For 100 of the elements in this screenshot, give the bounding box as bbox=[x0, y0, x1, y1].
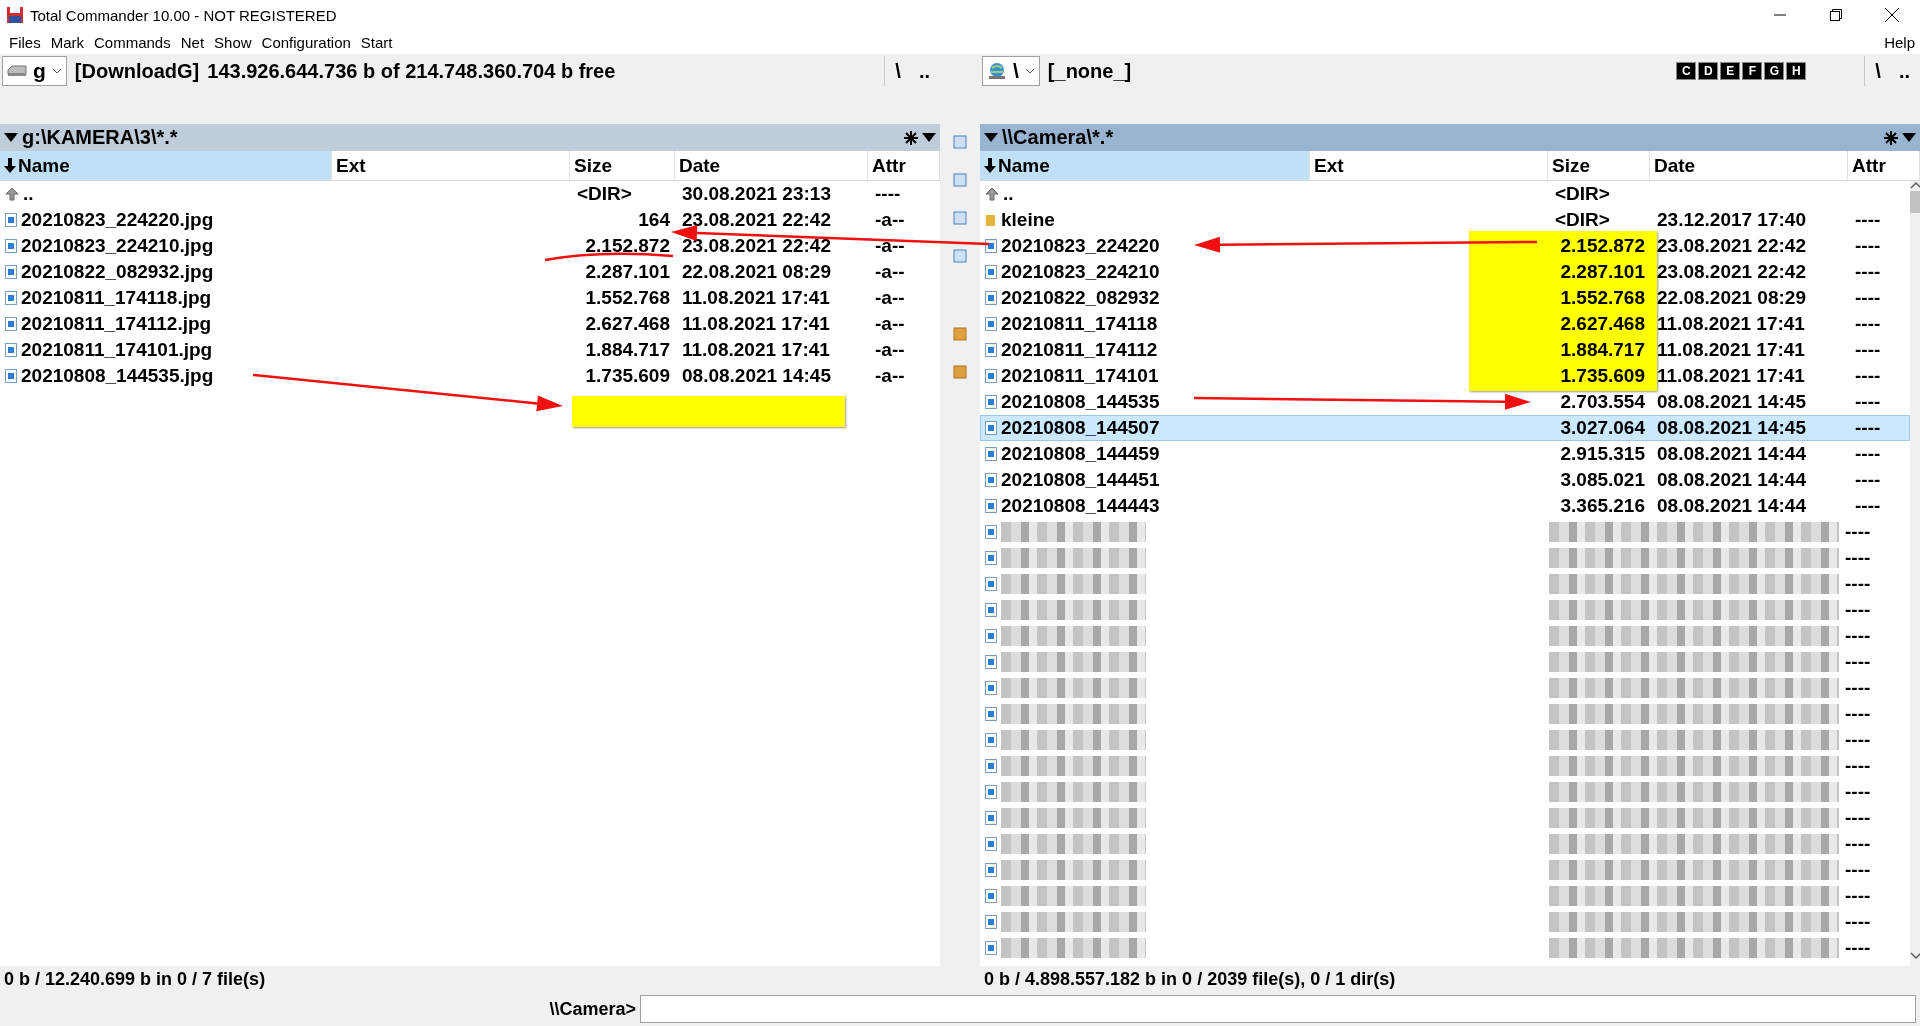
file-row[interactable]: ---- bbox=[980, 519, 1910, 545]
file-row[interactable]: 20210808_144535 2.703.554 08.08.2021 14:45 ---- bbox=[980, 389, 1910, 415]
menu-item[interactable]: Files bbox=[4, 31, 46, 53]
menu-item[interactable]: Mark bbox=[45, 31, 89, 53]
file-name: 20210823_224220.jpg bbox=[21, 209, 214, 231]
file-row[interactable]: ---- bbox=[980, 779, 1910, 805]
file-row[interactable]: 20210811_174118 2.627.468 11.08.2021 17:41 ---- bbox=[980, 311, 1910, 337]
command-prompt: \\Camera> bbox=[549, 998, 636, 1020]
file-row[interactable]: 20210823_224210.jpg 2.152.872 23.08.2021 22:42 -a-- bbox=[0, 233, 940, 259]
file-row[interactable]: 20210811_174112 1.884.717 11.08.2021 17:41 ---- bbox=[980, 337, 1910, 363]
command-input[interactable] bbox=[640, 995, 1916, 1023]
date-cell-text: 08.08.2021 14:45 bbox=[1656, 417, 1807, 439]
drive-letter-button[interactable]: D bbox=[1698, 62, 1719, 80]
file-row[interactable]: 20210808_144451 3.085.021 08.08.2021 14:44 ---- bbox=[980, 467, 1910, 493]
drive-letter-button[interactable]: F bbox=[1742, 62, 1763, 80]
file-row[interactable]: 20210823_224210 2.287.101 23.08.2021 22:42 ---- bbox=[980, 259, 1910, 285]
file-row[interactable]: ---- bbox=[980, 727, 1910, 753]
asterisk-icon[interactable] bbox=[904, 130, 918, 145]
date-cell-text: 11.08.2021 17:41 bbox=[681, 339, 831, 361]
file-name: 20210811_174112.jpg bbox=[21, 313, 212, 335]
file-row[interactable]: 20210811_174101.jpg 1.884.717 11.08.2021 17:41 -a-- bbox=[0, 337, 940, 363]
file-row[interactable]: .. <DIR> bbox=[980, 181, 1910, 207]
attr-cell-text: ---- bbox=[1844, 833, 1872, 855]
file-row[interactable]: kleine <DIR> 23.12.2017 17:40 ---- bbox=[980, 207, 1910, 233]
file-row[interactable]: 20210811_174112.jpg 2.627.468 11.08.2021 17:41 -a-- bbox=[0, 311, 940, 337]
parent-dir-button[interactable]: .. bbox=[1898, 56, 1920, 86]
scrollbar[interactable] bbox=[1910, 181, 1920, 966]
dropdown-triangle-icon[interactable] bbox=[1902, 133, 1916, 142]
column-header[interactable]: Name bbox=[0, 151, 332, 180]
file-row[interactable]: 20210808_144535.jpg 1.735.609 08.08.2021 14:45 -a-- bbox=[0, 363, 940, 389]
drive-letter-button[interactable]: H bbox=[1786, 62, 1807, 80]
file-row[interactable]: ---- bbox=[980, 545, 1910, 571]
file-name: 20210808_144507 bbox=[1001, 417, 1160, 439]
file-row[interactable]: ---- bbox=[980, 753, 1910, 779]
file-name: .. bbox=[1003, 183, 1014, 205]
column-header[interactable]: Name bbox=[980, 151, 1310, 180]
attr-cell-text: ---- bbox=[1844, 521, 1872, 543]
attr-cell-text: ---- bbox=[1844, 729, 1872, 751]
dropdown-triangle-icon[interactable] bbox=[984, 133, 998, 142]
file-row[interactable]: ---- bbox=[980, 883, 1910, 909]
menu-item[interactable]: Commands bbox=[89, 31, 176, 53]
file-row[interactable]: .. <DIR> 30.08.2021 23:13 ---- bbox=[0, 181, 940, 207]
file-row[interactable]: ---- bbox=[980, 909, 1910, 935]
file-row[interactable]: 20210811_174101 1.735.609 11.08.2021 17:41 ---- bbox=[980, 363, 1910, 389]
file-row[interactable]: ---- bbox=[980, 571, 1910, 597]
image-file-icon bbox=[985, 421, 997, 435]
dropdown-triangle-icon[interactable] bbox=[922, 133, 936, 142]
attr-cell-text: ---- bbox=[1844, 703, 1872, 725]
date-cell-text: 23.08.2021 22:42 bbox=[1656, 261, 1807, 283]
file-row[interactable]: 20210822_082932.jpg 2.287.101 22.08.2021 08:29 -a-- bbox=[0, 259, 940, 285]
file-row[interactable]: ---- bbox=[980, 623, 1910, 649]
parent-dir-button[interactable]: .. bbox=[918, 56, 940, 86]
path-text: g:\KAMERA\3\*.* bbox=[22, 126, 179, 149]
file-row[interactable]: ---- bbox=[980, 649, 1910, 675]
image-file-icon bbox=[985, 837, 997, 851]
file-row[interactable]: 20210822_082932 1.552.768 22.08.2021 08:29 ---- bbox=[980, 285, 1910, 311]
file-row[interactable]: ---- bbox=[980, 675, 1910, 701]
file-row[interactable]: ---- bbox=[980, 935, 1910, 961]
menu-item[interactable]: Configuration bbox=[256, 31, 356, 53]
drive-letter-button[interactable]: E bbox=[1720, 62, 1741, 80]
attr-cell-text: ---- bbox=[1854, 339, 1882, 361]
file-row[interactable]: 20210808_144443 3.365.216 08.08.2021 14:44 ---- bbox=[980, 493, 1910, 519]
drive-letter-button[interactable]: G bbox=[1764, 62, 1785, 80]
file-row[interactable]: ---- bbox=[980, 805, 1910, 831]
drive-letter-button[interactable]: C bbox=[1676, 62, 1697, 80]
file-row[interactable]: ---- bbox=[980, 857, 1910, 883]
image-file-icon bbox=[985, 395, 997, 409]
drive-dropdown[interactable]: g bbox=[2, 56, 67, 86]
file-row[interactable]: 20210808_144507 3.027.064 08.08.2021 14:45 ---- bbox=[980, 415, 1910, 441]
scroll-down-icon[interactable] bbox=[1910, 952, 1920, 960]
attr-cell-text: -a-- bbox=[874, 313, 906, 335]
file-name: 20210808_144535 bbox=[1001, 391, 1160, 413]
attr-cell-text: ---- bbox=[1854, 469, 1882, 491]
file-row[interactable]: 20210811_174118.jpg 1.552.768 11.08.2021 17:41 -a-- bbox=[0, 285, 940, 311]
root-dir-button[interactable]: \ bbox=[1864, 56, 1891, 86]
attr-cell-text: -a-- bbox=[874, 209, 906, 231]
file-name: 20210823_224210.jpg bbox=[21, 235, 214, 257]
file-row[interactable]: ---- bbox=[980, 597, 1910, 623]
menu-item[interactable]: Start bbox=[355, 31, 398, 53]
image-file-icon bbox=[985, 239, 997, 253]
menu-item[interactable]: Net bbox=[175, 31, 210, 53]
menu-item[interactable]: Help bbox=[1879, 31, 1920, 53]
date-cell-text: 08.08.2021 14:44 bbox=[1656, 443, 1807, 465]
file-row[interactable]: 20210823_224220 2.152.872 23.08.2021 22:42 ---- bbox=[980, 233, 1910, 259]
drive-dropdown[interactable]: \ bbox=[982, 56, 1040, 86]
file-name: 20210808_144459 bbox=[1001, 443, 1160, 465]
file-name: 20210811_174118.jpg bbox=[21, 287, 212, 309]
attr-cell-text: -a-- bbox=[874, 339, 906, 361]
scroll-thumb[interactable] bbox=[1910, 191, 1920, 213]
asterisk-icon[interactable] bbox=[1884, 130, 1898, 145]
file-row[interactable]: 20210808_144459 2.915.315 08.08.2021 14:44 ---- bbox=[980, 441, 1910, 467]
menu-item[interactable]: Show bbox=[209, 31, 257, 53]
file-name: 20210823_224210 bbox=[1001, 261, 1160, 283]
file-row[interactable]: ---- bbox=[980, 701, 1910, 727]
dropdown-triangle-icon[interactable] bbox=[4, 133, 18, 142]
file-row[interactable]: 20210823_224220.jpg 164 23.08.2021 22:42 -a-- bbox=[0, 207, 940, 233]
root-dir-button[interactable]: \ bbox=[884, 56, 911, 86]
file-row[interactable]: ---- bbox=[980, 831, 1910, 857]
scroll-up-icon[interactable] bbox=[1910, 181, 1920, 189]
attr-cell-text: ---- bbox=[1844, 573, 1872, 595]
